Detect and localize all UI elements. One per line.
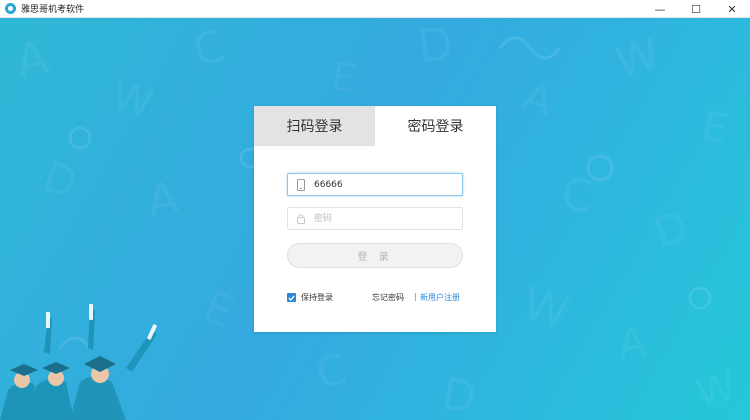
window-controls: — ☐ ✕ <box>642 0 750 18</box>
app-logo-icon <box>5 3 16 14</box>
remember-label: 保持登录 <box>301 293 333 302</box>
svg-text:A: A <box>11 29 54 88</box>
svg-text:A: A <box>616 319 649 368</box>
lock-icon <box>292 213 310 224</box>
login-button[interactable]: 登 录 <box>287 243 463 268</box>
forgot-password-link[interactable]: 忘记密码 <box>372 292 404 303</box>
svg-text:E: E <box>328 54 359 102</box>
svg-text:A: A <box>517 71 560 127</box>
svg-text:E: E <box>698 103 732 153</box>
login-tabs: 扫码登录 密码登录 <box>254 106 496 146</box>
minimize-button[interactable]: — <box>642 0 678 18</box>
svg-text:C: C <box>312 344 351 398</box>
tab-password-login[interactable]: 密码登录 <box>375 106 496 146</box>
login-options: 保持登录 忘记密码 | 新用户注册 <box>287 292 463 304</box>
tab-qr-login[interactable]: 扫码登录 <box>254 106 375 146</box>
background: A W C E D A W E D A C D W A E C D W 扫码登录… <box>0 18 750 420</box>
remember-login[interactable]: 保持登录 <box>287 292 333 303</box>
graduates-illustration <box>0 304 157 420</box>
svg-text:D: D <box>438 368 479 420</box>
maximize-button[interactable]: ☐ <box>678 0 714 18</box>
register-link[interactable]: 新用户注册 <box>420 292 460 303</box>
svg-text:D: D <box>414 18 457 74</box>
close-button[interactable]: ✕ <box>714 0 750 18</box>
svg-text:D: D <box>648 201 694 258</box>
link-separator: | <box>414 292 417 301</box>
password-input[interactable] <box>310 208 462 229</box>
svg-text:W: W <box>517 276 574 339</box>
phone-icon <box>292 178 310 191</box>
remember-checkbox[interactable] <box>287 293 296 302</box>
svg-text:W: W <box>107 73 157 128</box>
title-bar: 雅思哥机考软件 — ☐ ✕ <box>0 0 750 18</box>
svg-text:W: W <box>691 363 741 417</box>
login-panel: 扫码登录 密码登录 登 录 保持登录 忘记密码 | 新 <box>254 106 496 332</box>
svg-text:D: D <box>37 151 84 208</box>
svg-text:A: A <box>143 170 184 229</box>
svg-text:E: E <box>196 281 241 339</box>
phone-field <box>287 173 463 196</box>
phone-input[interactable] <box>310 174 462 195</box>
password-field <box>287 207 463 230</box>
window-title: 雅思哥机考软件 <box>21 5 85 15</box>
svg-text:W: W <box>610 28 665 89</box>
svg-text:C: C <box>186 20 232 78</box>
